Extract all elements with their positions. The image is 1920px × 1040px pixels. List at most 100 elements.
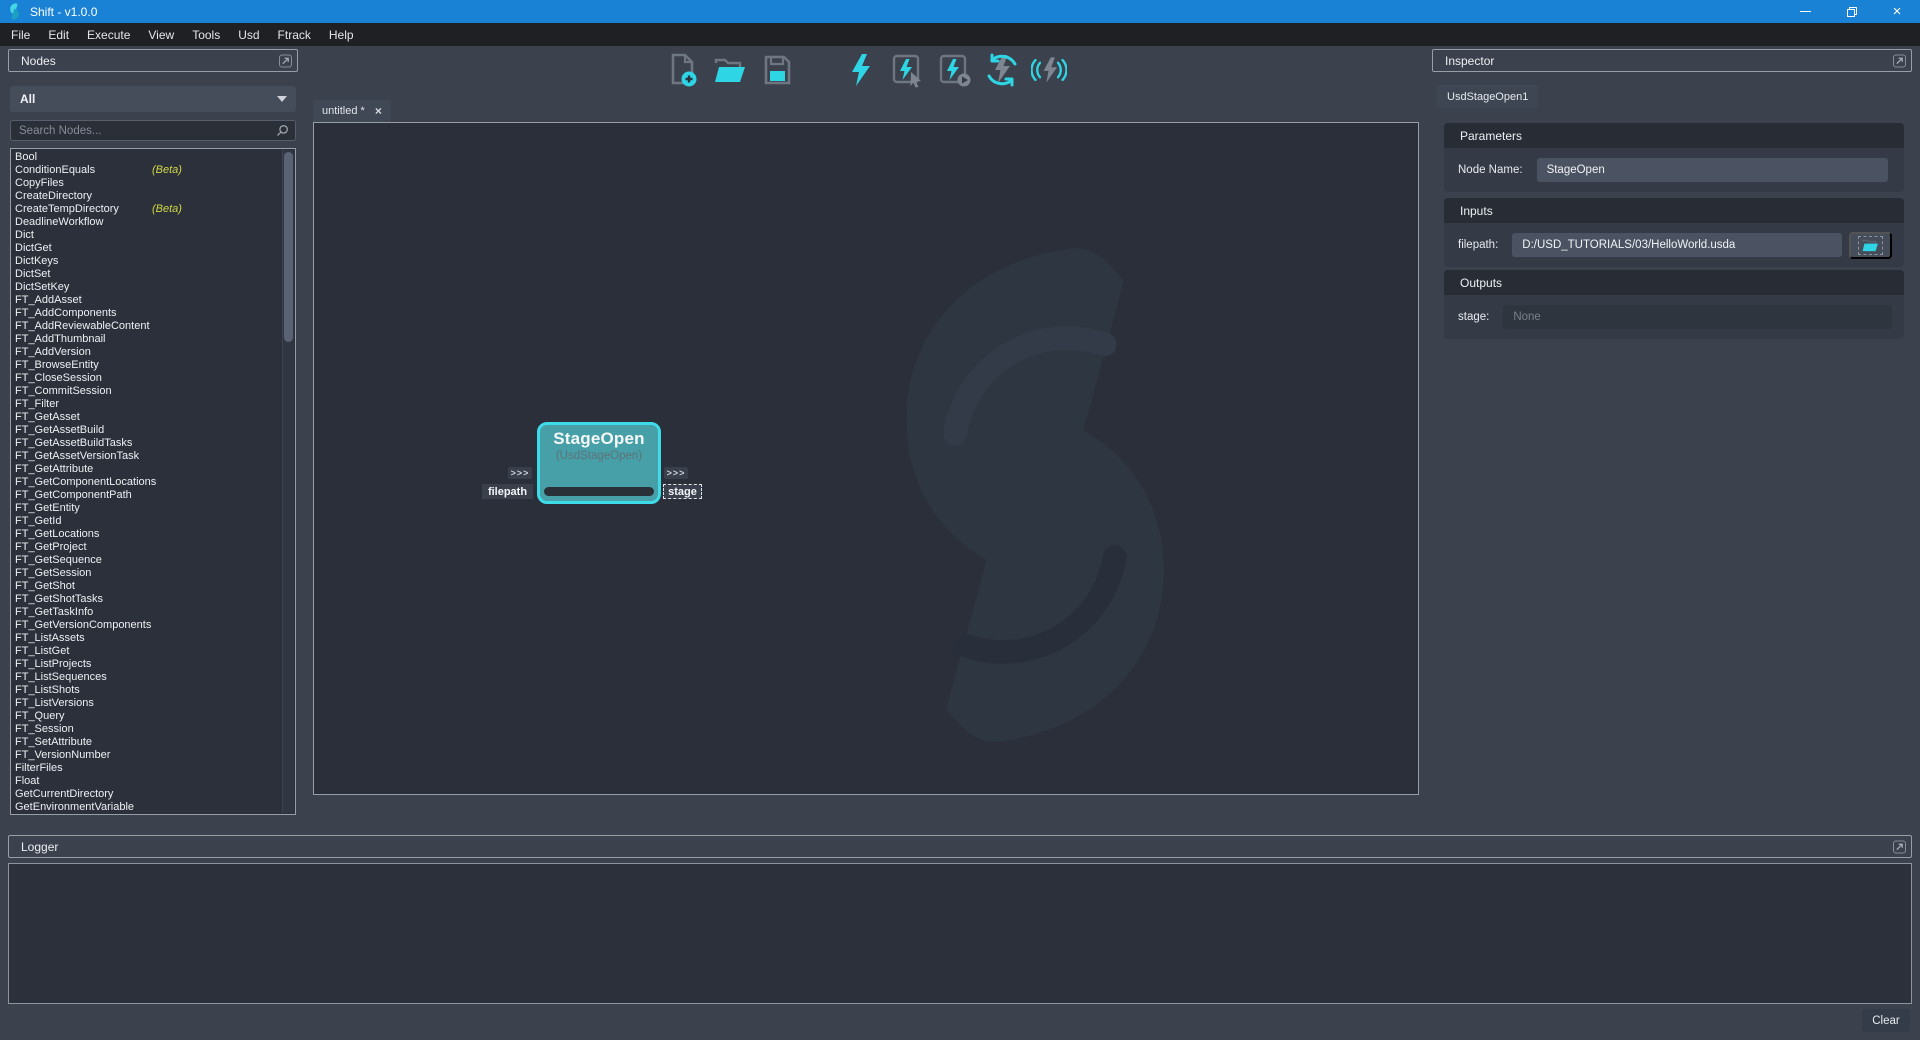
filepath-input[interactable] <box>1512 233 1842 257</box>
node-list-item[interactable]: FT_AddReviewableContent <box>12 320 281 333</box>
node-list-item[interactable]: DictSet <box>12 268 281 281</box>
inspector-title: Inspector <box>1445 54 1494 68</box>
app-icon <box>7 3 22 20</box>
menu-item-tools[interactable]: Tools <box>183 23 229 46</box>
node-list-item[interactable]: FT_VersionNumber <box>12 749 281 762</box>
scrollbar-thumb[interactable] <box>284 152 293 342</box>
node-list-item[interactable]: FT_GetAsset <box>12 411 281 424</box>
node-list-item[interactable]: FT_CommitSession <box>12 385 281 398</box>
node-list-item[interactable]: FT_GetShotTasks <box>12 593 281 606</box>
node-list-item[interactable]: FT_ListShots <box>12 684 281 697</box>
node-list-item[interactable]: Dict <box>12 229 281 242</box>
tab-close-icon[interactable]: × <box>375 104 382 118</box>
node-list-item-name: FT_Filter <box>15 398 59 410</box>
output-port-connector[interactable]: >>> <box>664 467 688 479</box>
node-list-item[interactable]: FT_ListProjects <box>12 658 281 671</box>
search-icon <box>276 124 289 137</box>
node-list-item[interactable]: FT_GetEntity <box>12 502 281 515</box>
logger-float-icon[interactable] <box>1893 840 1906 853</box>
node-list-item[interactable]: DeadlineWorkflow <box>12 216 281 229</box>
close-button[interactable]: × <box>1874 0 1920 23</box>
node-graph-canvas[interactable]: StageOpen (UsdStageOpen) >>> filepath >>… <box>313 122 1419 795</box>
node-list-item[interactable]: FT_GetSequence <box>12 554 281 567</box>
node-list-item[interactable]: CreateDirectory <box>12 190 281 203</box>
node-list-item[interactable]: FT_GetTaskInfo <box>12 606 281 619</box>
node-list-item[interactable]: DictSetKey <box>12 281 281 294</box>
node-list-item[interactable]: FT_GetAssetBuild <box>12 424 281 437</box>
browse-file-button[interactable] <box>1849 232 1892 259</box>
tab-untitled[interactable]: untitled * × <box>313 100 391 122</box>
node-list-item-name: FT_ListVersions <box>15 697 94 709</box>
restore-button[interactable] <box>1828 0 1874 23</box>
node-list-item[interactable]: FT_Session <box>12 723 281 736</box>
node-name-input[interactable] <box>1537 158 1888 182</box>
node-list-item[interactable]: FT_GetProject <box>12 541 281 554</box>
node-list-item[interactable]: FT_GetAttribute <box>12 463 281 476</box>
node-category-dropdown[interactable]: All <box>10 86 296 112</box>
node-list-item[interactable]: FT_AddComponents <box>12 307 281 320</box>
node-list-item[interactable]: FT_GetVersionComponents <box>12 619 281 632</box>
nodes-panel-float-icon[interactable] <box>279 54 292 67</box>
node-list-item[interactable]: FT_GetAssetBuildTasks <box>12 437 281 450</box>
node-list-item[interactable]: FT_AddAsset <box>12 294 281 307</box>
node-list-item[interactable]: FT_GetLocations <box>12 528 281 541</box>
execute-selected-button[interactable] <box>890 50 926 90</box>
node-list-item[interactable]: FT_CloseSession <box>12 372 281 385</box>
menu-item-help[interactable]: Help <box>320 23 363 46</box>
node-list-item[interactable]: FT_GetComponentPath <box>12 489 281 502</box>
node-list-item[interactable]: FT_Query <box>12 710 281 723</box>
node-list-item-name: FT_ListSequences <box>15 671 107 683</box>
menu-item-view[interactable]: View <box>139 23 183 46</box>
node-list-item[interactable]: GetEnvironmentVariable <box>12 801 281 814</box>
node-list-item[interactable]: FT_BrowseEntity <box>12 359 281 372</box>
node-list-item[interactable]: DictGet <box>12 242 281 255</box>
node-list-item[interactable]: FT_Filter <box>12 398 281 411</box>
node-list-item[interactable]: FT_ListGet <box>12 645 281 658</box>
search-input[interactable] <box>11 125 276 137</box>
window-title: Shift - v1.0.0 <box>30 5 97 19</box>
open-graph-button[interactable] <box>712 50 748 90</box>
node-list-item[interactable]: DictKeys <box>12 255 281 268</box>
node-list-item[interactable]: GetCurrentDirectory <box>12 788 281 801</box>
node-list-item[interactable]: FT_GetComponentLocations <box>12 476 281 489</box>
node-list-item[interactable]: FT_GetSession <box>12 567 281 580</box>
save-graph-button[interactable] <box>759 50 795 90</box>
node-list-item[interactable]: FT_AddThumbnail <box>12 333 281 346</box>
logger-panel-header: Logger <box>8 835 1912 858</box>
node-list-item[interactable]: CopyFiles <box>12 177 281 190</box>
minimize-button[interactable] <box>1782 0 1828 23</box>
menu-item-edit[interactable]: Edit <box>39 23 78 46</box>
inspector-node-tab[interactable]: UsdStageOpen1 <box>1437 85 1538 108</box>
node-list-item[interactable]: Float <box>12 775 281 788</box>
node-list-item[interactable]: FT_ListVersions <box>12 697 281 710</box>
logger-output-area[interactable] <box>8 863 1912 1004</box>
node-list-item[interactable]: ConditionEquals(Beta) <box>12 164 281 177</box>
new-graph-button[interactable] <box>665 50 701 90</box>
menu-item-ftrack[interactable]: Ftrack <box>269 23 320 46</box>
node-list-item[interactable]: FT_GetAssetVersionTask <box>12 450 281 463</box>
node-list-item[interactable]: FT_ListAssets <box>12 632 281 645</box>
node-list-scrollbar[interactable] <box>282 150 294 813</box>
execute-graph-button[interactable] <box>843 50 879 90</box>
node-list-item[interactable]: FT_GetId <box>12 515 281 528</box>
input-port-label[interactable]: filepath <box>482 484 533 499</box>
menu-item-file[interactable]: File <box>2 23 39 46</box>
execute-from-node-button[interactable] <box>937 50 973 90</box>
re-execute-graph-button[interactable] <box>984 50 1020 90</box>
output-port-label[interactable]: stage <box>663 484 702 499</box>
node-list-item[interactable]: FT_ListSequences <box>12 671 281 684</box>
clear-logger-button[interactable]: Clear <box>1862 1009 1910 1032</box>
menu-item-usd[interactable]: Usd <box>229 23 268 46</box>
inspector-float-icon[interactable] <box>1893 54 1906 67</box>
menu-item-execute[interactable]: Execute <box>78 23 139 46</box>
node-list-item[interactable]: FilterFiles <box>12 762 281 775</box>
node-list-item[interactable]: FT_AddVersion <box>12 346 281 359</box>
node-list-item[interactable]: FT_SetAttribute <box>12 736 281 749</box>
live-execution-button[interactable] <box>1031 50 1067 90</box>
nodes-panel-title: Nodes <box>21 54 56 68</box>
input-port-connector[interactable]: >>> <box>508 467 532 479</box>
node-list-item[interactable]: CreateTempDirectory(Beta) <box>12 203 281 216</box>
node-list-item[interactable]: FT_GetShot <box>12 580 281 593</box>
stageopen-node[interactable]: StageOpen (UsdStageOpen) <box>537 422 661 504</box>
node-list-item[interactable]: Bool <box>12 151 281 164</box>
